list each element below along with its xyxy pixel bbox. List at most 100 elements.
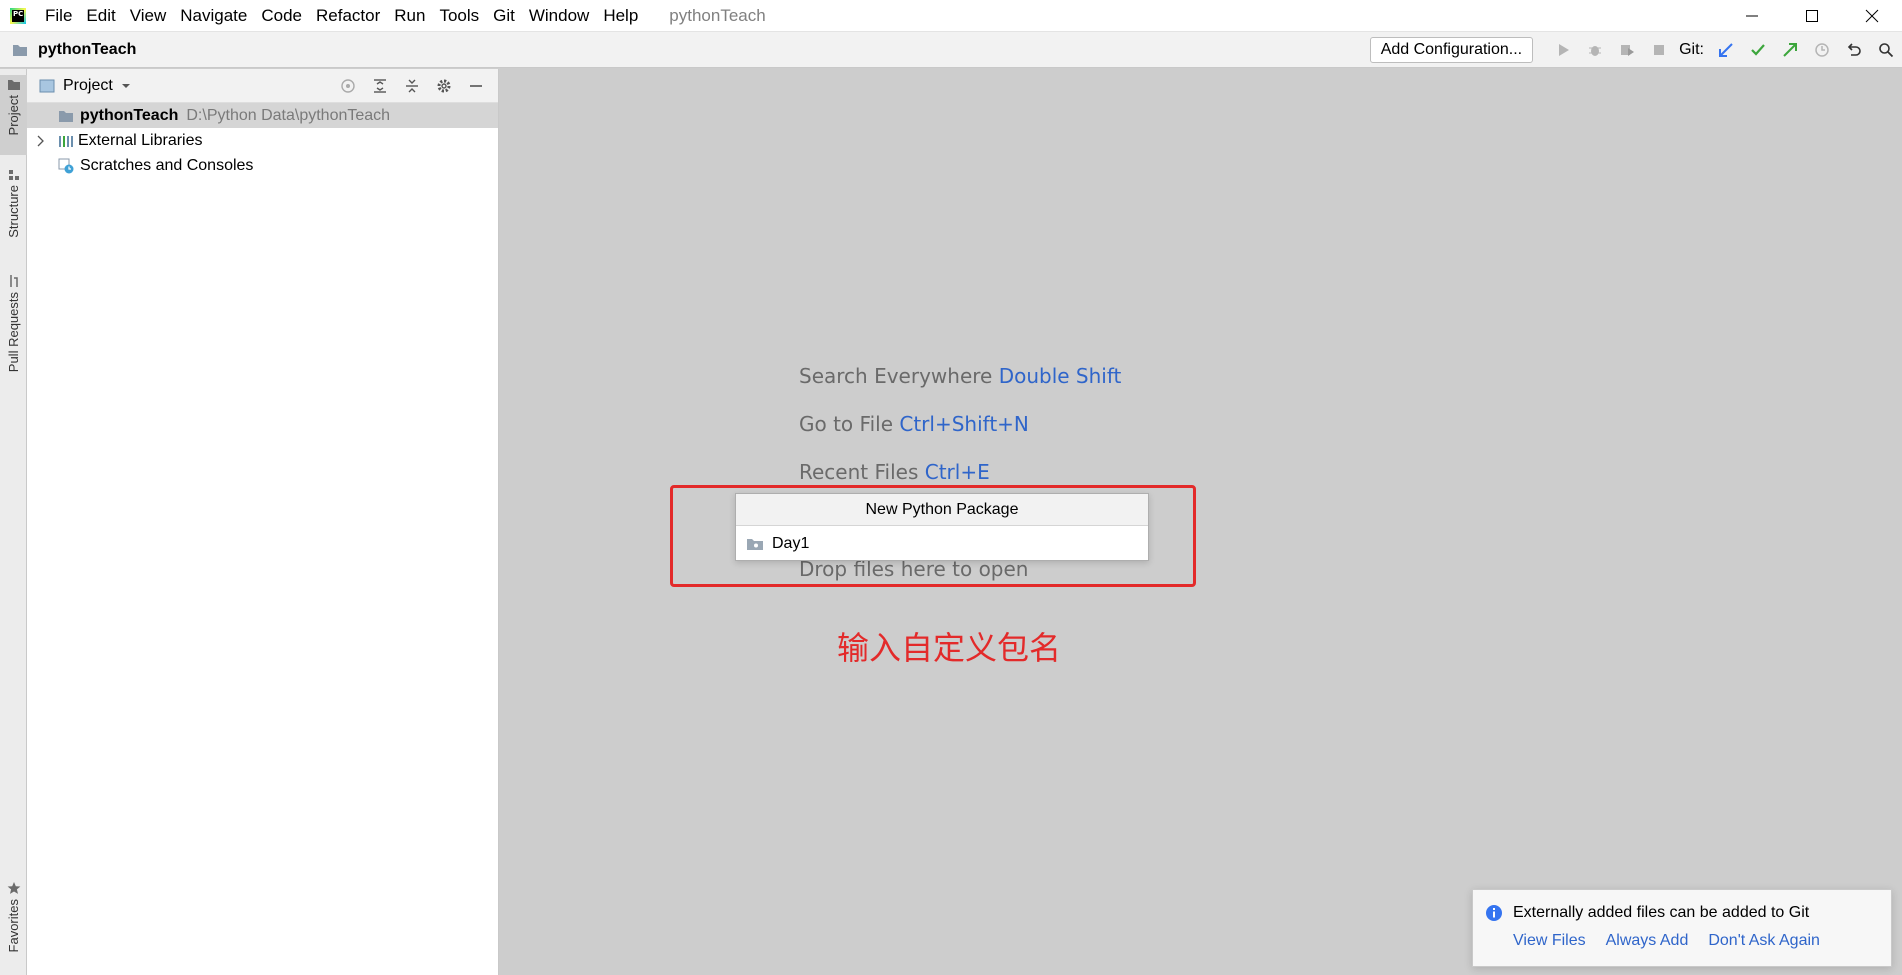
scratches-icon xyxy=(58,158,74,173)
menu-git[interactable]: Git xyxy=(486,0,522,32)
notification-message: Externally added files can be added to G… xyxy=(1513,904,1810,921)
maximize-icon xyxy=(1806,10,1818,22)
shortcut-label: Ctrl+E xyxy=(924,460,990,484)
project-panel-tools xyxy=(332,69,492,103)
dialog-title: New Python Package xyxy=(736,494,1148,526)
editor-area: Search Everywhere Double Shift Go to Fil… xyxy=(500,69,1902,975)
menu-tools[interactable]: Tools xyxy=(432,0,486,32)
close-icon xyxy=(1865,9,1879,23)
folder-icon xyxy=(59,110,73,122)
hint-search-everywhere: Search Everywhere Double Shift xyxy=(799,364,1122,388)
minimize-icon xyxy=(1746,15,1758,17)
arrow-up-right-icon xyxy=(1783,43,1797,57)
panel-settings-button[interactable] xyxy=(428,69,460,103)
tool-tab-label: Project xyxy=(6,95,21,136)
git-label: Git: xyxy=(1679,41,1704,58)
run-icon xyxy=(1559,44,1570,56)
git-history-button[interactable] xyxy=(1806,32,1838,68)
minimize-button[interactable] xyxy=(1722,0,1782,32)
chevron-right-icon[interactable] xyxy=(36,135,46,147)
always-add-link[interactable]: Always Add xyxy=(1606,932,1689,950)
tool-tab-favorites[interactable]: Favorites xyxy=(0,881,27,971)
main-menu: File Edit View Navigate Code Refactor Ru… xyxy=(38,0,645,32)
dialog-input-row xyxy=(736,526,1148,561)
collapse-all-icon xyxy=(406,79,418,93)
hint-go-to-file: Go to File Ctrl+Shift+N xyxy=(799,412,1029,436)
star-icon xyxy=(7,882,20,894)
shortcut-label: Double Shift xyxy=(998,364,1122,388)
project-panel: Project pythonTeach D:\Python Data\pytho… xyxy=(27,69,499,975)
menu-edit[interactable]: Edit xyxy=(79,0,122,32)
menu-view[interactable]: View xyxy=(123,0,174,32)
tree-item-path: D:\Python Data\pythonTeach xyxy=(186,106,391,124)
package-folder-icon xyxy=(747,538,763,550)
project-panel-header: Project xyxy=(27,69,498,103)
git-update-button[interactable] xyxy=(1710,32,1742,68)
search-everywhere-button[interactable] xyxy=(1870,32,1902,68)
tool-tab-pull-requests[interactable]: Pull Requests xyxy=(0,274,27,394)
tool-tab-label: Favorites xyxy=(6,899,21,953)
coverage-icon xyxy=(1621,45,1635,56)
hide-panel-button[interactable] xyxy=(460,69,492,103)
tool-tab-project[interactable]: Project xyxy=(0,75,27,155)
notification-actions: View Files Always Add Don't Ask Again xyxy=(1513,932,1840,950)
shortcut-label: Ctrl+Shift+N xyxy=(899,412,1029,436)
git-push-button[interactable] xyxy=(1774,32,1806,68)
menu-refactor[interactable]: Refactor xyxy=(309,0,387,32)
title-bar: PC File Edit View Navigate Code Refactor… xyxy=(0,0,1902,32)
close-window-button[interactable] xyxy=(1842,0,1902,32)
collapse-all-button[interactable] xyxy=(396,69,428,103)
window-title: pythonTeach xyxy=(669,5,766,25)
pycharm-logo-icon: PC xyxy=(10,7,26,24)
stop-button[interactable] xyxy=(1643,32,1675,68)
menu-window[interactable]: Window xyxy=(522,0,596,32)
menu-navigate[interactable]: Navigate xyxy=(173,0,254,32)
navigation-bar: pythonTeach Add Configuration... Git: xyxy=(0,32,1902,68)
tree-item-scratches[interactable]: Scratches and Consoles xyxy=(27,153,498,178)
coverage-button[interactable] xyxy=(1611,32,1643,68)
arrow-down-left-icon xyxy=(1719,43,1733,57)
git-commit-button[interactable] xyxy=(1742,32,1774,68)
git-notification: Externally added files can be added to G… xyxy=(1472,889,1892,967)
gear-icon xyxy=(437,79,451,93)
hint-recent-files: Recent Files Ctrl+E xyxy=(799,460,990,484)
chevron-down-icon[interactable] xyxy=(121,82,131,90)
folder-icon xyxy=(13,44,27,56)
window-controls xyxy=(1722,0,1902,32)
tool-tab-structure[interactable]: Structure xyxy=(0,169,27,259)
menu-help[interactable]: Help xyxy=(596,0,645,32)
annotation-text: 输入自定义包名 xyxy=(837,629,1062,667)
structure-icon xyxy=(8,170,19,180)
menu-code[interactable]: Code xyxy=(254,0,309,32)
tree-item-label: pythonTeach xyxy=(80,106,179,124)
maximize-button[interactable] xyxy=(1782,0,1842,32)
add-configuration-button[interactable]: Add Configuration... xyxy=(1369,37,1534,63)
tree-item-external-libraries[interactable]: External Libraries xyxy=(27,128,498,153)
library-icon xyxy=(59,135,73,147)
git-rollback-button[interactable] xyxy=(1838,32,1870,68)
search-icon xyxy=(1879,43,1894,58)
tree-item-label: Scratches and Consoles xyxy=(80,156,254,174)
view-files-link[interactable]: View Files xyxy=(1513,932,1586,950)
tool-tab-label: Structure xyxy=(6,185,21,238)
menu-file[interactable]: File xyxy=(38,0,79,32)
project-view-icon xyxy=(39,79,55,92)
expand-all-icon xyxy=(374,79,386,93)
run-button[interactable] xyxy=(1547,32,1579,68)
expand-all-button[interactable] xyxy=(364,69,396,103)
locate-file-button[interactable] xyxy=(332,69,364,103)
tree-item-label: External Libraries xyxy=(78,131,203,149)
tree-item-project-root[interactable]: pythonTeach D:\Python Data\pythonTeach xyxy=(27,103,498,128)
main-toolbar: Add Configuration... Git: xyxy=(1369,32,1902,68)
menu-run[interactable]: Run xyxy=(387,0,432,32)
dont-ask-again-link[interactable]: Don't Ask Again xyxy=(1708,932,1820,950)
undo-icon xyxy=(1847,43,1861,56)
folder-icon xyxy=(7,80,20,90)
debug-button[interactable] xyxy=(1579,32,1611,68)
new-python-package-dialog: New Python Package xyxy=(735,493,1149,561)
project-view-selector[interactable]: Project xyxy=(63,77,113,95)
breadcrumb-project[interactable]: pythonTeach xyxy=(38,41,136,59)
pull-request-icon xyxy=(9,275,18,287)
package-name-input[interactable] xyxy=(772,534,1132,553)
tool-tab-label: Pull Requests xyxy=(6,292,21,373)
